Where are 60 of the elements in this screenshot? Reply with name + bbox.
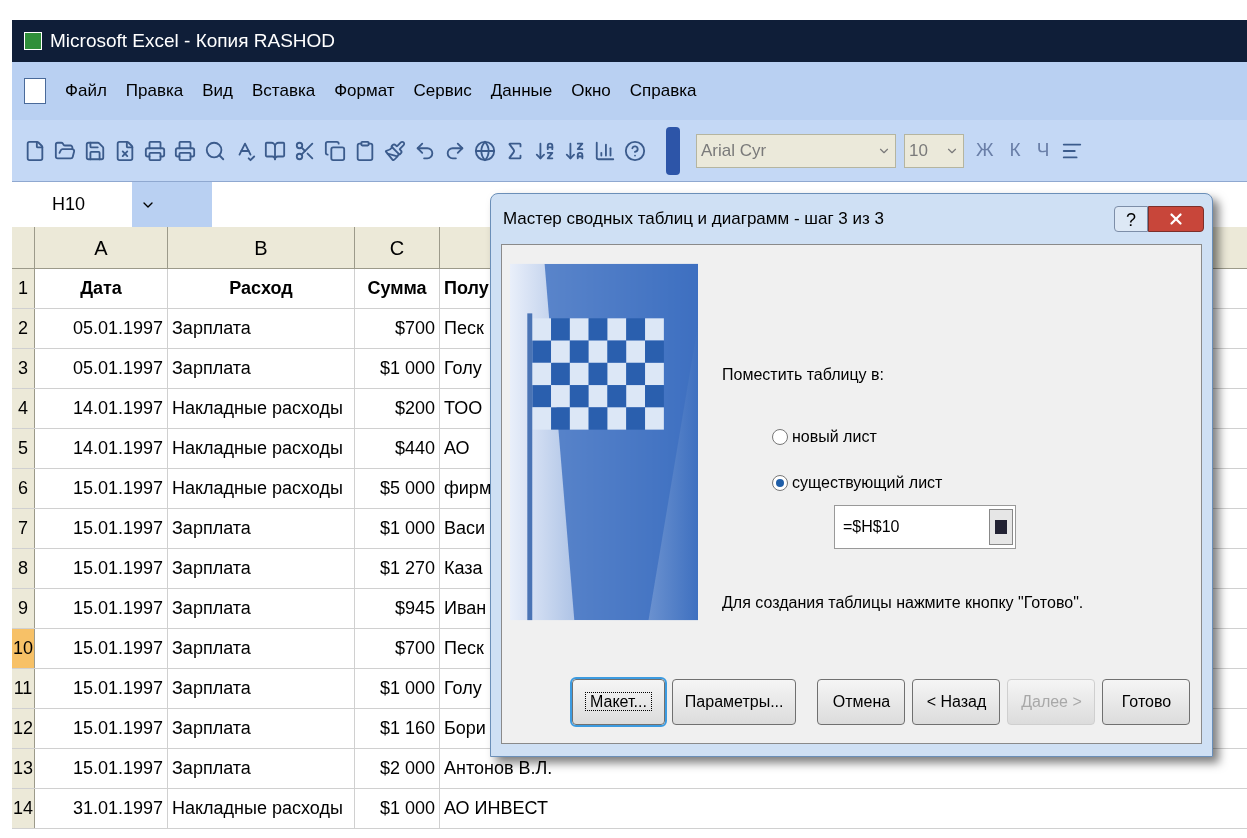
table-cell: $440 — [355, 429, 440, 468]
table-cell: Зарплата — [168, 669, 355, 708]
table-cell-text: Антонов В.Л. — [443, 757, 554, 780]
table-cell-text: Васи — [443, 517, 487, 540]
table-cell-text: ТОО — [443, 397, 484, 420]
table-cell: Дата — [35, 269, 168, 308]
table-cell: $1 160 — [355, 709, 440, 748]
table-cell: $1 270 — [355, 549, 440, 588]
table-cell: $1 000 — [355, 669, 440, 708]
table-cell: 31.01.1997 — [35, 789, 168, 828]
dialog-title: Мастер сводных таблиц и диаграмм - шаг 3 из 3 — [503, 208, 884, 231]
table-cell: Расход — [168, 269, 355, 308]
table-cell-text: Каза — [443, 557, 484, 580]
table-cell: Сумма — [355, 269, 440, 308]
table-cell-text: фирм — [443, 477, 493, 500]
table-cell: $2 000 — [355, 749, 440, 788]
table-cell: 15.01.1997 — [35, 549, 168, 588]
instruction-text: Для создания таблицы нажмите кнопку "Готово". — [722, 593, 1084, 613]
table-cell-text: Голу — [443, 677, 483, 700]
table-cell: 15.01.1997 — [35, 669, 168, 708]
table-cell: Зарплата — [168, 709, 355, 748]
table-cell-text: АО ИНВЕСТ — [443, 797, 549, 820]
table-cell: $700 — [355, 309, 440, 348]
table-cell-text: Голу — [443, 357, 483, 380]
table-cell: $1 000 — [355, 509, 440, 548]
table-cell: 14.01.1997 — [35, 429, 168, 468]
placement-label: Поместить таблицу в: — [722, 365, 885, 385]
table-cell: Зарплата — [168, 589, 355, 628]
table-cell: Зарплата — [168, 509, 355, 548]
table-cell: $200 — [355, 389, 440, 428]
table-cell: Зарплата — [168, 309, 355, 348]
table-cell: Зарплата — [168, 749, 355, 788]
table-cell-text: Бори — [443, 717, 487, 740]
table-cell: $5 000 — [355, 469, 440, 508]
table-cell: 15.01.1997 — [35, 589, 168, 628]
table-cell: Накладные расходы — [168, 429, 355, 468]
table-cell: Зарплата — [168, 629, 355, 668]
table-cell: Накладные расходы — [168, 789, 355, 828]
table-cell: Зарплата — [168, 549, 355, 588]
table-cell-text: Песк — [443, 637, 485, 660]
table-cell: 15.01.1997 — [35, 629, 168, 668]
table-cell: Зарплата — [168, 349, 355, 388]
table-cell: 15.01.1997 — [35, 509, 168, 548]
table-cell: Накладные расходы — [168, 389, 355, 428]
table-cell: $1 000 — [355, 349, 440, 388]
table-cell: 15.01.1997 — [35, 749, 168, 788]
table-cell: $700 — [355, 629, 440, 668]
table-cell-text: Песк — [443, 317, 485, 340]
table-cell: 15.01.1997 — [35, 709, 168, 748]
table-cell-text: АО — [443, 437, 471, 460]
table-cell: 15.01.1997 — [35, 469, 168, 508]
table-cell: 05.01.1997 — [35, 349, 168, 388]
table-cell: $1 000 — [355, 789, 440, 828]
table-cell: $945 — [355, 589, 440, 628]
table-cell-text: Иван — [443, 597, 488, 620]
table-cell: 05.01.1997 — [35, 309, 168, 348]
window-title: Microsoft Excel - Копия RASHOD — [50, 28, 336, 53]
table-cell-text: Полу — [443, 277, 490, 300]
table-cell: 14.01.1997 — [35, 389, 168, 428]
table-cell: Накладные расходы — [168, 469, 355, 508]
